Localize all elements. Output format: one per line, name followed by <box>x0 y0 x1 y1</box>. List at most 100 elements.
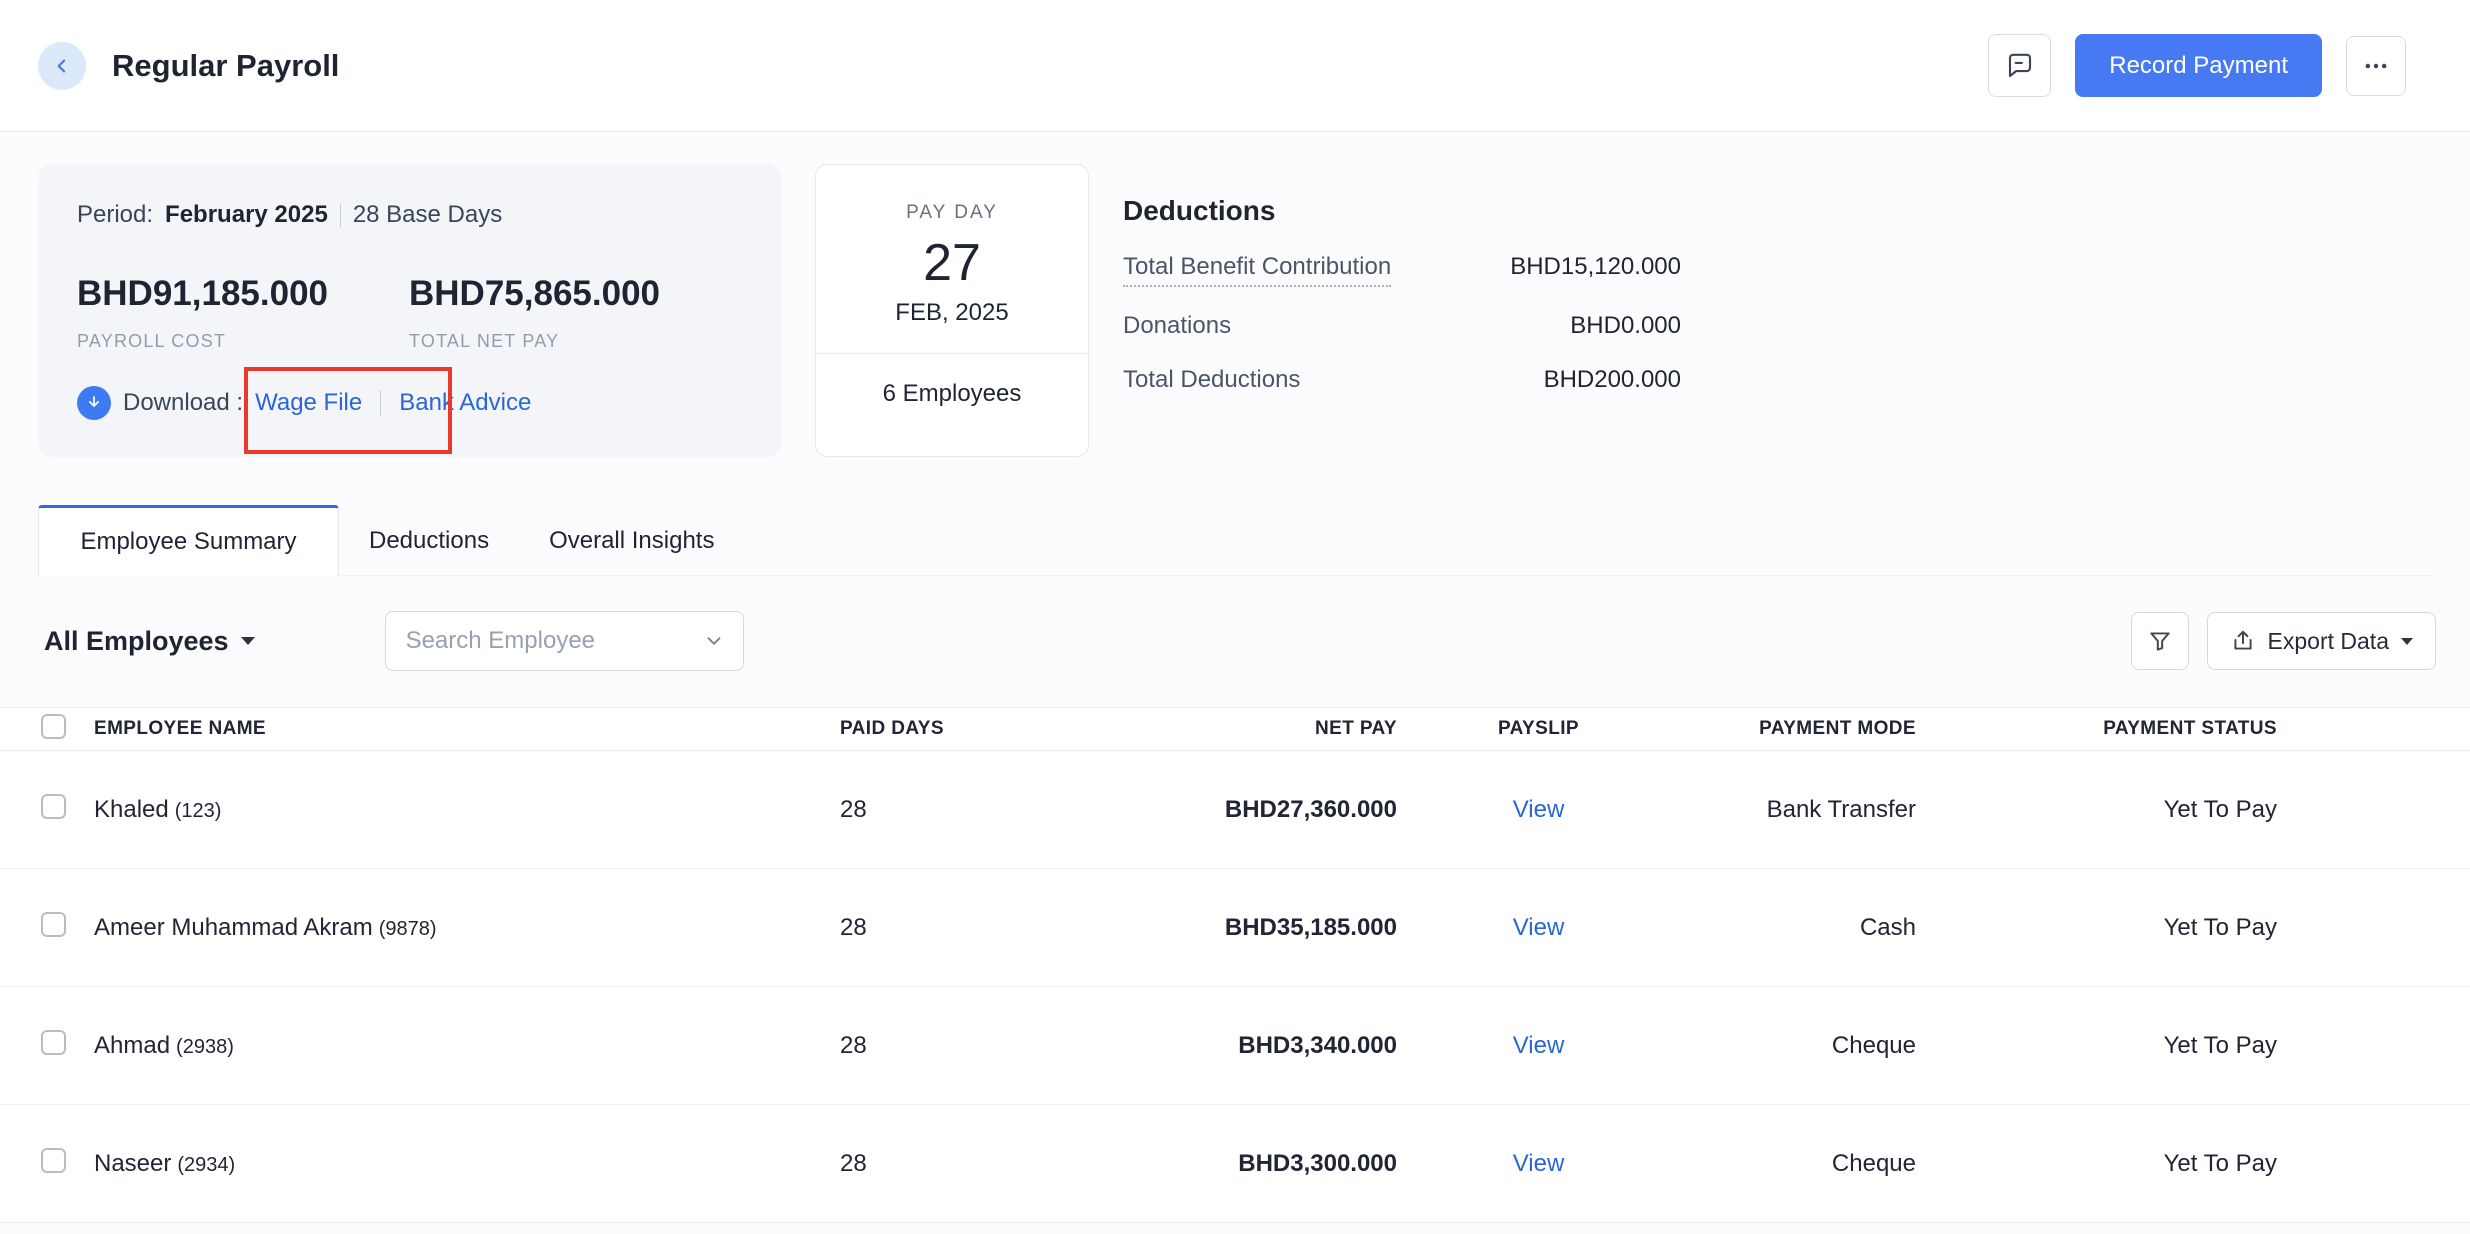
payment-status: Yet To Pay <box>1916 1150 2277 1178</box>
deduction-row: Donations BHD0.000 <box>1123 311 1681 341</box>
search-employee-select[interactable] <box>385 611 744 671</box>
donations-label: Donations <box>1123 311 1231 341</box>
filter-row: All Employees Export Data <box>44 611 2436 671</box>
net-pay: BHD27,360.000 <box>1050 796 1397 824</box>
export-data-button[interactable]: Export Data <box>2207 612 2436 670</box>
table-row: Naseer (2934) 28 BHD3,300.000 View Cheque… <box>0 1105 2470 1223</box>
payment-status: Yet To Pay <box>1916 796 2277 824</box>
employee-name: Ameer Muhammad Akram <box>94 914 373 941</box>
employee-name: Naseer <box>94 1150 171 1177</box>
tab-deductions[interactable]: Deductions <box>339 507 519 575</box>
row-checkbox[interactable] <box>41 1030 66 1055</box>
col-employee-name: EMPLOYEE NAME <box>94 718 840 740</box>
filter-button[interactable] <box>2131 612 2189 670</box>
payroll-cost-label: PAYROLL COST <box>77 330 409 352</box>
pay-day-date: FEB, 2025 <box>816 299 1088 327</box>
employee-id: (123) <box>175 800 222 822</box>
chevron-down-icon <box>2401 638 2413 645</box>
paid-days: 28 <box>840 1032 1050 1060</box>
tab-employee-summary[interactable]: Employee Summary <box>38 505 339 576</box>
table-header: EMPLOYEE NAME PAID DAYS NET PAY PAYSLIP … <box>0 707 2470 751</box>
net-pay: BHD35,185.000 <box>1050 914 1397 942</box>
paid-days: 28 <box>840 1150 1050 1178</box>
export-icon <box>2230 628 2256 654</box>
col-payslip: PAYSLIP <box>1397 718 1680 740</box>
download-icon <box>77 386 111 420</box>
summary-section: Period: February 2025 28 Base Days BHD91… <box>38 164 2432 457</box>
payroll-cost-value: BHD91,185.000 <box>77 272 409 316</box>
chevron-down-icon <box>241 637 255 645</box>
divider <box>816 353 1088 354</box>
payment-mode: Bank Transfer <box>1680 796 1916 824</box>
all-employees-label: All Employees <box>44 626 229 657</box>
payslip-view-link[interactable]: View <box>1513 1032 1565 1059</box>
col-payment-mode: PAYMENT MODE <box>1680 718 1916 740</box>
chevron-down-icon <box>703 630 725 652</box>
row-checkbox[interactable] <box>41 794 66 819</box>
payslip-view-link[interactable]: View <box>1513 914 1565 941</box>
paid-days: 28 <box>840 914 1050 942</box>
pay-day-label: PAY DAY <box>816 201 1088 225</box>
ellipsis-icon <box>2362 52 2390 80</box>
table-body: Khaled (123) 28 BHD27,360.000 View Bank T… <box>0 751 2470 1223</box>
payment-mode: Cash <box>1680 914 1916 942</box>
speech-bubble-icon <box>2005 51 2035 81</box>
payment-status: Yet To Pay <box>1916 1032 2277 1060</box>
donations-value: BHD0.000 <box>1570 311 1681 341</box>
base-days: 28 Base Days <box>353 200 502 230</box>
total-net-pay-value: BHD75,865.000 <box>409 272 741 316</box>
payment-status: Yet To Pay <box>1916 914 2277 942</box>
net-pay: BHD3,340.000 <box>1050 1032 1397 1060</box>
employee-id: (9878) <box>379 918 437 940</box>
col-paid-days: PAID DAYS <box>840 718 1050 740</box>
row-checkbox[interactable] <box>41 912 66 937</box>
employee-count: 6 Employees <box>816 380 1088 408</box>
pay-day-number: 27 <box>816 233 1088 293</box>
col-payment-status: PAYMENT STATUS <box>1916 718 2277 740</box>
payment-mode: Cheque <box>1680 1150 1916 1178</box>
funnel-icon <box>2147 628 2173 654</box>
divider <box>340 203 341 227</box>
tab-overall-insights[interactable]: Overall Insights <box>519 507 744 575</box>
search-employee-input[interactable] <box>406 627 703 655</box>
export-label: Export Data <box>2268 628 2389 655</box>
table-row: Khaled (123) 28 BHD27,360.000 View Bank T… <box>0 751 2470 869</box>
payroll-summary-card: Period: February 2025 28 Base Days BHD91… <box>38 164 781 457</box>
back-button[interactable] <box>38 42 86 90</box>
employee-name: Ahmad <box>94 1032 170 1059</box>
row-checkbox[interactable] <box>41 1148 66 1173</box>
total-deductions-label: Total Deductions <box>1123 365 1300 395</box>
all-employees-dropdown[interactable]: All Employees <box>44 626 255 657</box>
payslip-view-link[interactable]: View <box>1513 1150 1565 1177</box>
col-net-pay: NET PAY <box>1050 718 1397 740</box>
deductions-panel: Deductions Total Benefit Contribution BH… <box>1123 164 1681 395</box>
bank-advice-link[interactable]: Bank Advice <box>399 389 531 417</box>
total-deductions-value: BHD200.000 <box>1544 365 1681 395</box>
more-options-button[interactable] <box>2346 36 2406 96</box>
employee-id: (2938) <box>176 1036 234 1058</box>
table-row: Ahmad(2938) 28 BHD3,340.000 View Cheque … <box>0 987 2470 1105</box>
payment-mode: Cheque <box>1680 1032 1916 1060</box>
comment-button[interactable] <box>1988 34 2051 97</box>
chevron-left-icon <box>52 56 72 76</box>
period-value: February 2025 <box>165 200 328 230</box>
total-benefit-contribution-value: BHD15,120.000 <box>1510 252 1681 282</box>
wage-file-link[interactable]: Wage File <box>255 389 362 417</box>
payslip-view-link[interactable]: View <box>1513 796 1565 823</box>
employee-table: EMPLOYEE NAME PAID DAYS NET PAY PAYSLIP … <box>0 707 2470 1223</box>
total-net-pay-label: TOTAL NET PAY <box>409 330 741 352</box>
deductions-title: Deductions <box>1123 194 1681 228</box>
tab-bar: Employee Summary Deductions Overall Insi… <box>38 504 2432 576</box>
deduction-row: Total Deductions BHD200.000 <box>1123 365 1681 395</box>
paid-days: 28 <box>840 796 1050 824</box>
record-payment-button[interactable]: Record Payment <box>2075 34 2322 97</box>
total-benefit-contribution-label: Total Benefit Contribution <box>1123 252 1391 287</box>
page-title: Regular Payroll <box>112 48 339 84</box>
select-all-checkbox[interactable] <box>41 714 66 739</box>
net-pay: BHD3,300.000 <box>1050 1150 1397 1178</box>
pay-day-card: PAY DAY 27 FEB, 2025 6 Employees <box>815 164 1089 457</box>
employee-id: (2934) <box>177 1154 235 1176</box>
app-header: Regular Payroll Record Payment <box>0 0 2470 132</box>
employee-name: Khaled <box>94 796 169 823</box>
period-label: Period: <box>77 200 153 230</box>
